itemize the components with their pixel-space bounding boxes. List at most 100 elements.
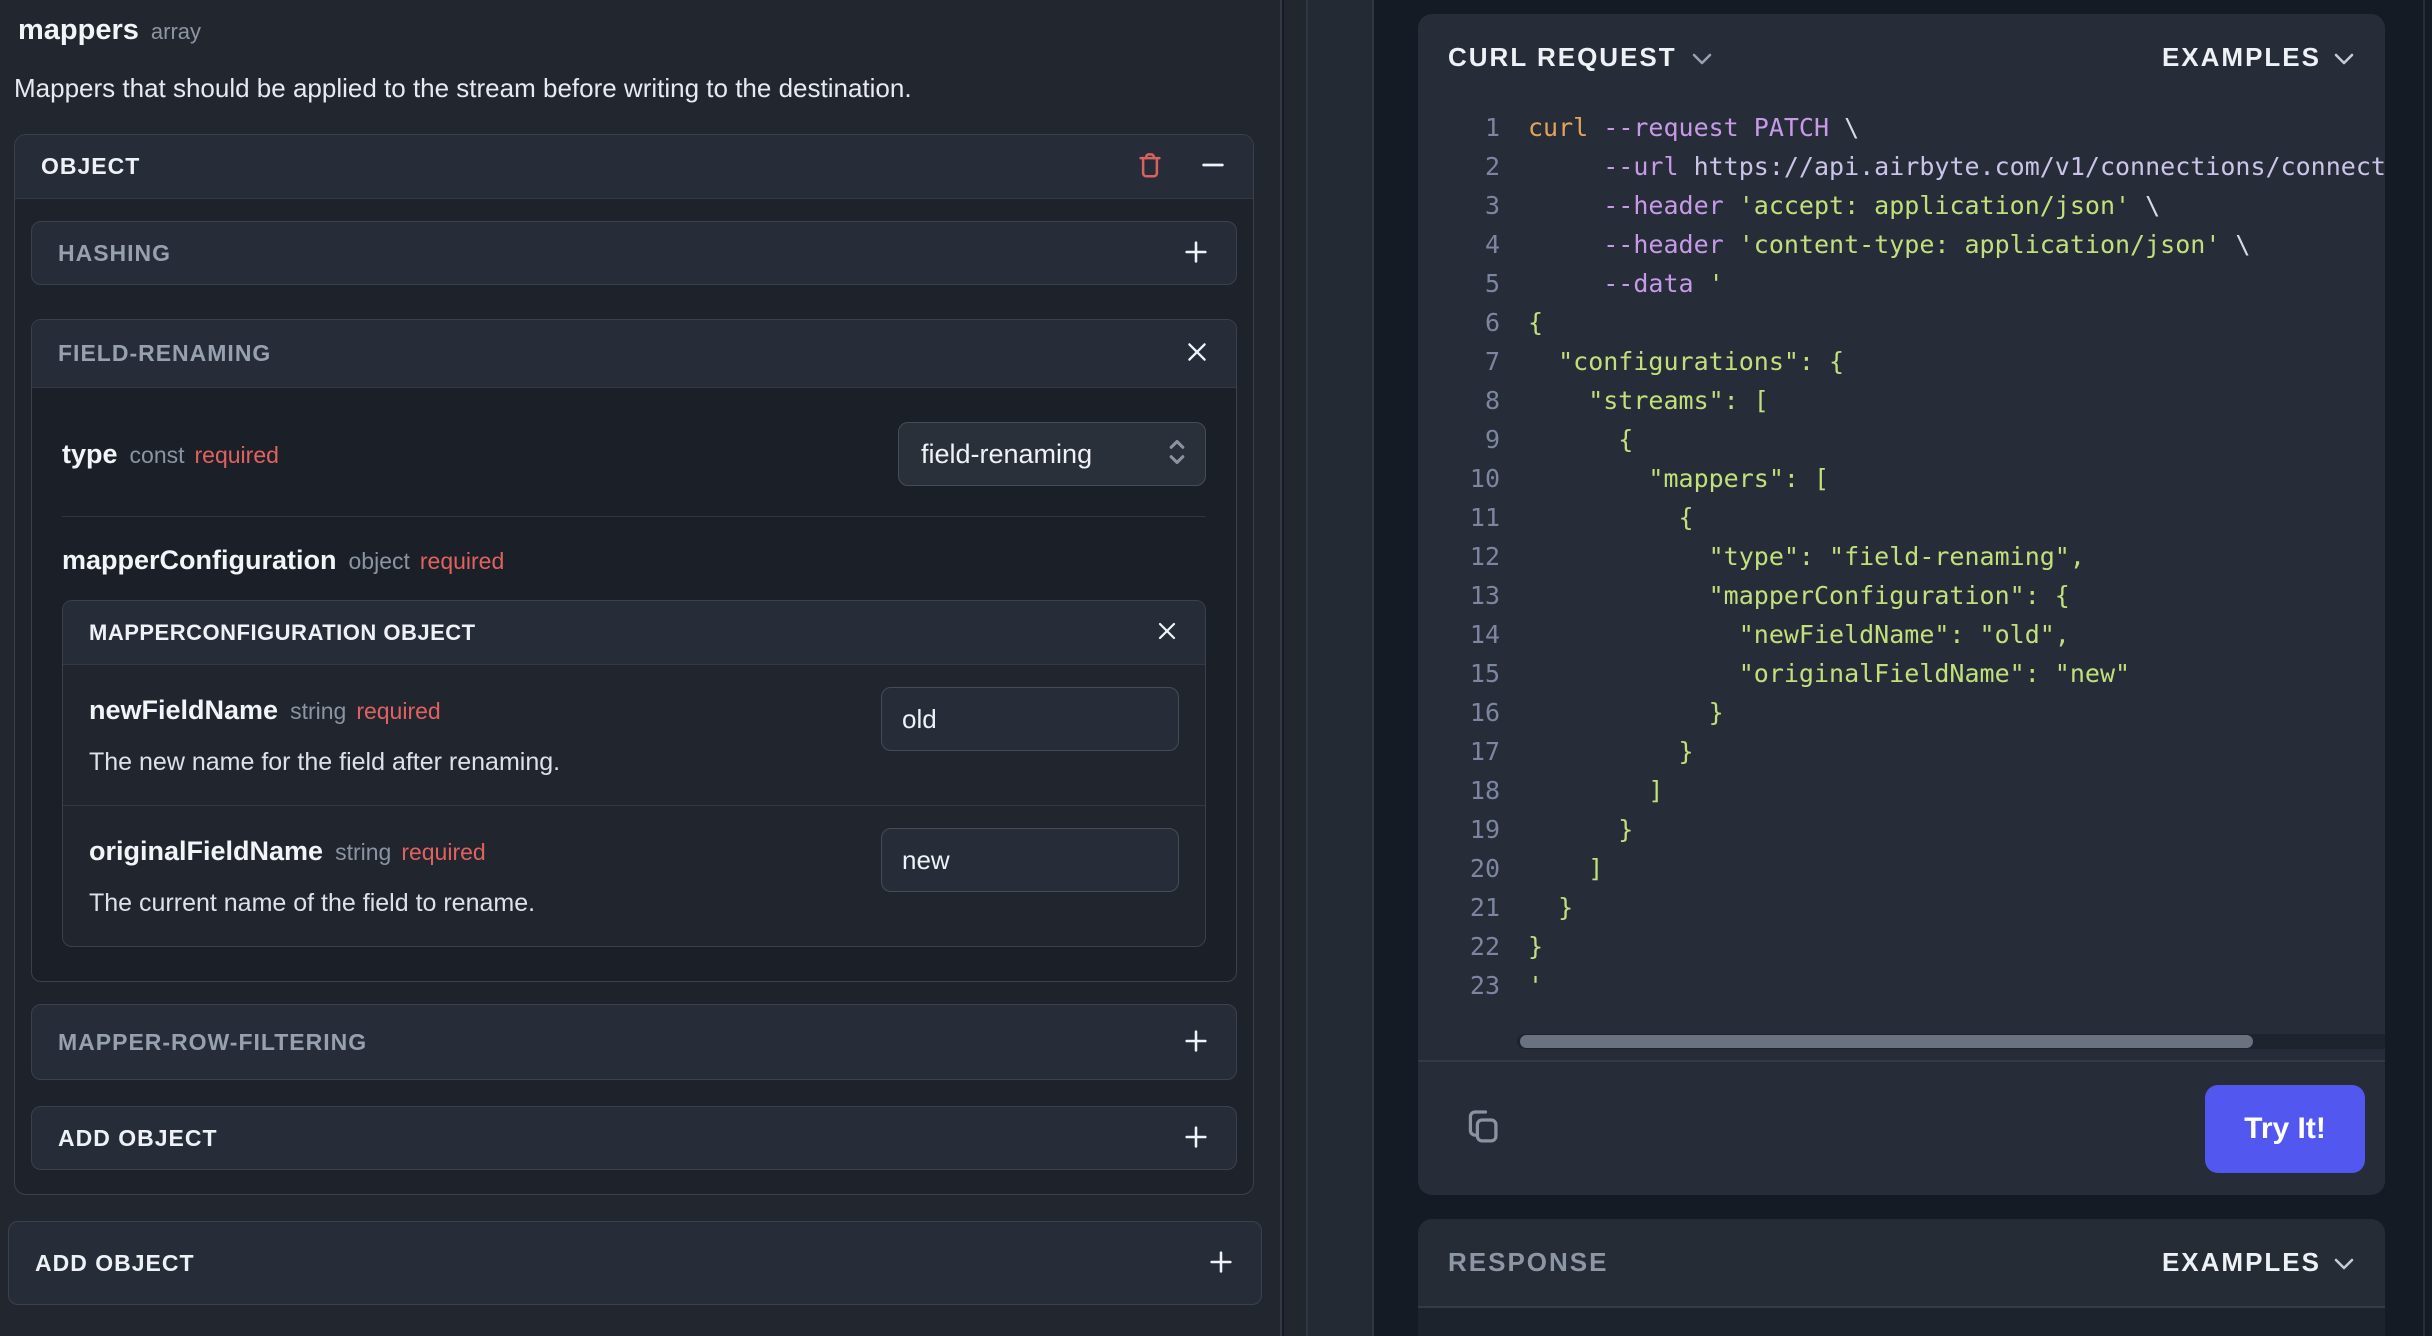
code-scrollbar-thumb[interactable] xyxy=(1520,1035,2253,1048)
code-line: 8 "streams": [ xyxy=(1418,381,2385,420)
code-line: 23 ' xyxy=(1418,966,2385,1005)
code-line: 16 } xyxy=(1418,693,2385,732)
chevron-down-icon xyxy=(2333,1247,2355,1278)
original-field-name-required: required xyxy=(401,839,486,865)
new-field-name-required: required xyxy=(356,698,441,724)
mapper-configuration-required: required xyxy=(419,548,505,574)
line-number: 21 xyxy=(1469,893,1500,922)
line-number: 18 xyxy=(1469,776,1500,805)
object-card-title: OBJECT xyxy=(41,153,141,179)
code-line: 13 "mapperConfiguration": { xyxy=(1418,576,2385,615)
code-line: 11 { xyxy=(1418,498,2385,537)
line-number: 4 xyxy=(1484,230,1500,259)
object-card-header: OBJECT xyxy=(15,135,1253,199)
collapse-object-button[interactable] xyxy=(1199,151,1227,182)
type-select-value: field-renaming xyxy=(921,438,1093,469)
code-line: 12 "type": "field-renaming", xyxy=(1418,537,2385,576)
mapper-configuration-labels: mapperConfiguration object required xyxy=(62,517,1206,600)
code-line: 21 } xyxy=(1418,888,2385,927)
plus-icon xyxy=(1182,1027,1210,1058)
response-title: RESPONSE xyxy=(1448,1247,1609,1277)
curl-request-card: CURL REQUEST EXAMPLES 1 curl --request P… xyxy=(1418,14,2385,1195)
request-examples-dropdown[interactable]: EXAMPLES xyxy=(2162,42,2355,73)
type-field-kind: const xyxy=(129,441,185,468)
close-icon xyxy=(1155,619,1179,646)
try-it-button[interactable]: Try It! xyxy=(2205,1084,2365,1173)
object-card-body: HASHING FIELD-RENAMING type const requir… xyxy=(15,199,1253,1194)
section-hashing[interactable]: HASHING xyxy=(31,221,1237,285)
section-field-renaming: FIELD-RENAMING type const required field… xyxy=(31,319,1237,982)
field-type: array xyxy=(150,19,202,44)
code-line: 4 --header 'content-type: application/js… xyxy=(1418,225,2385,264)
close-icon xyxy=(1184,339,1210,368)
expand-hashing-button[interactable] xyxy=(1182,238,1210,269)
line-number: 15 xyxy=(1469,659,1500,688)
add-object-outer-button[interactable] xyxy=(1207,1248,1235,1279)
code-column: CURL REQUEST EXAMPLES 1 curl --request P… xyxy=(1374,0,2432,1336)
line-number: 10 xyxy=(1469,464,1500,493)
window-edge-line xyxy=(2423,0,2425,1336)
line-number: 14 xyxy=(1469,620,1500,649)
response-header: RESPONSE EXAMPLES xyxy=(1418,1219,2385,1308)
column-divider xyxy=(1284,0,1374,1336)
mapper-configuration-panel-header: MAPPERCONFIGURATION OBJECT xyxy=(63,601,1205,665)
code-line: 17 } xyxy=(1418,732,2385,771)
new-field-name-labels: newFieldName string required xyxy=(89,695,881,726)
code-line: 9 { xyxy=(1418,420,2385,459)
line-number: 11 xyxy=(1469,503,1500,532)
field-renaming-body: type const required field-renaming mappe… xyxy=(32,388,1236,947)
minus-icon xyxy=(1199,151,1227,182)
curl-code-block[interactable]: 1 curl --request PATCH \ 2 --url https://a… xyxy=(1418,108,2385,1020)
original-field-name-labels: originalFieldName string required xyxy=(89,836,881,867)
type-field-row: type const required field-renaming xyxy=(62,388,1206,516)
delete-object-button[interactable] xyxy=(1135,150,1165,183)
copy-icon xyxy=(1462,1105,1502,1152)
line-number: 8 xyxy=(1484,386,1500,415)
close-field-renaming-button[interactable] xyxy=(1184,339,1210,368)
type-select[interactable]: field-renaming xyxy=(898,422,1206,486)
line-number: 23 xyxy=(1469,971,1500,1000)
line-number: 7 xyxy=(1484,347,1500,376)
expand-mapper-row-filtering-button[interactable] xyxy=(1182,1027,1210,1058)
response-examples-dropdown[interactable]: EXAMPLES xyxy=(2162,1247,2355,1278)
mapper-configuration-panel: MAPPERCONFIGURATION OBJECT newFieldName … xyxy=(62,600,1206,947)
line-number: 19 xyxy=(1469,815,1500,844)
original-field-name-input[interactable] xyxy=(881,828,1179,892)
scrollbar-track-vertical[interactable] xyxy=(1306,0,1374,1336)
code-line: 18 ] xyxy=(1418,771,2385,810)
curl-request-dropdown[interactable]: CURL REQUEST xyxy=(1448,42,1713,73)
original-field-name-kind: string xyxy=(335,839,392,865)
section-mapper-row-filtering[interactable]: MAPPER-ROW-FILTERING xyxy=(31,1004,1237,1080)
add-object-inner[interactable]: ADD OBJECT xyxy=(31,1106,1237,1170)
line-number: 3 xyxy=(1484,191,1500,220)
new-field-name-input[interactable] xyxy=(881,687,1179,751)
curl-card-footer: Try It! xyxy=(1418,1060,2385,1195)
code-horizontal-scrollbar[interactable] xyxy=(1517,1034,2385,1049)
line-number: 1 xyxy=(1484,113,1500,142)
line-number: 16 xyxy=(1469,698,1500,727)
line-number: 13 xyxy=(1469,581,1500,610)
code-line: 14 "newFieldName": "old", xyxy=(1418,615,2385,654)
line-number: 17 xyxy=(1469,737,1500,766)
copy-code-button[interactable] xyxy=(1462,1105,1502,1152)
plus-icon xyxy=(1182,238,1210,269)
add-object-inner-label: ADD OBJECT xyxy=(58,1124,218,1151)
response-body xyxy=(1418,1308,2385,1336)
new-field-name-kind: string xyxy=(290,698,347,724)
type-field-name: type xyxy=(62,438,118,469)
type-field-required: required xyxy=(194,441,279,468)
add-object-inner-button[interactable] xyxy=(1182,1123,1210,1154)
code-line: 10 "mappers": [ xyxy=(1418,459,2385,498)
code-line: 3 --header 'accept: application/json' \ xyxy=(1418,186,2385,225)
line-number: 12 xyxy=(1469,542,1500,571)
close-mapper-configuration-button[interactable] xyxy=(1155,619,1179,646)
mapper-configuration-panel-title: MAPPERCONFIGURATION OBJECT xyxy=(89,619,476,645)
chevron-down-icon xyxy=(1691,42,1713,73)
field-renaming-header[interactable]: FIELD-RENAMING xyxy=(32,320,1236,388)
new-field-name-row: newFieldName string required The new nam… xyxy=(63,665,1205,805)
add-object-outer-label: ADD OBJECT xyxy=(35,1249,195,1276)
schema-column: mappers array Mappers that should be app… xyxy=(0,0,1282,1336)
code-line: 19 } xyxy=(1418,810,2385,849)
trash-icon xyxy=(1135,150,1165,183)
add-object-outer[interactable]: ADD OBJECT xyxy=(8,1221,1262,1305)
